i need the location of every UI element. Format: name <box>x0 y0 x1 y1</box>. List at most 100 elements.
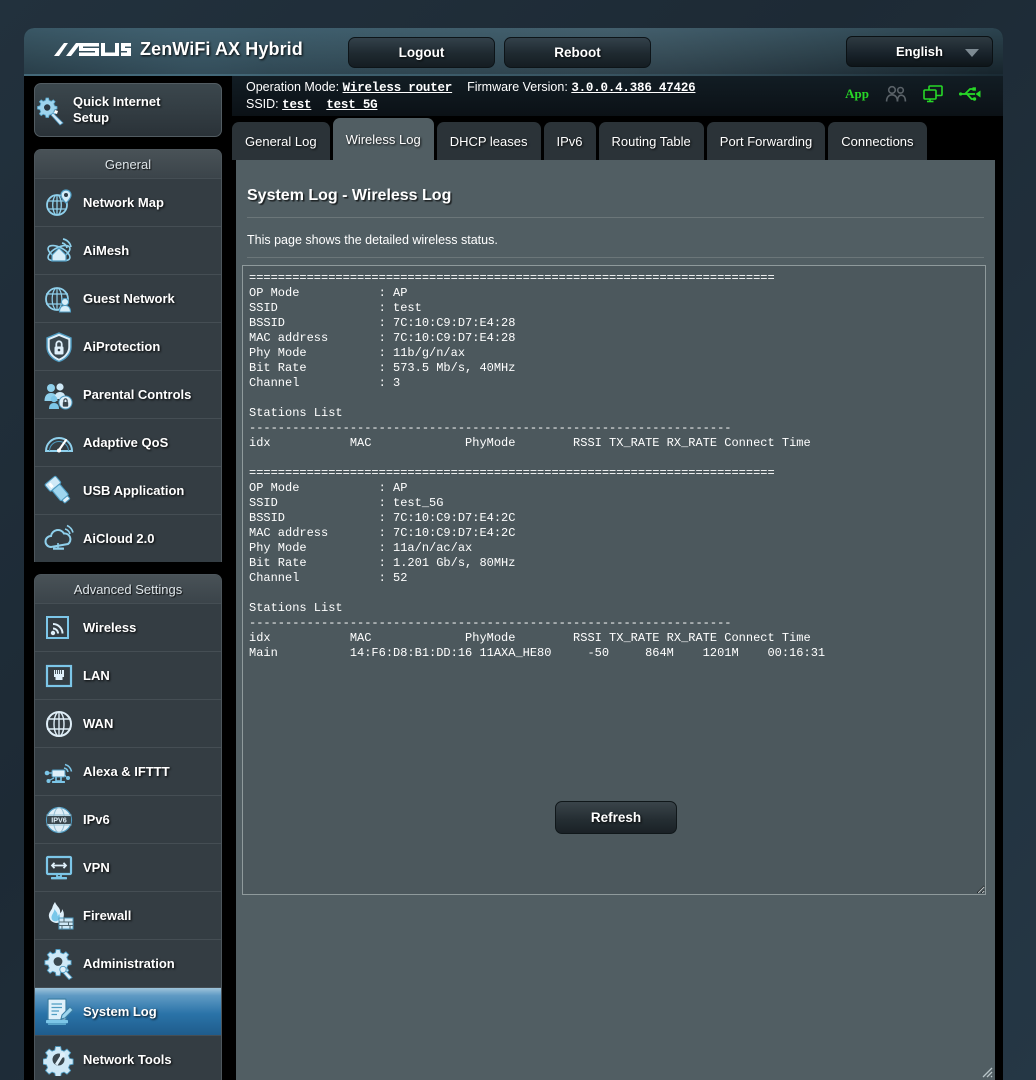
sidebar-item-label: USB Application <box>83 483 184 498</box>
quick-setup-label: Quick Internet Setup <box>73 94 160 126</box>
sidebar-item-label: Parental Controls <box>83 387 191 402</box>
sidebar-item-label: LAN <box>83 668 110 683</box>
operation-mode-line: Operation Mode: Wireless router Firmware… <box>246 80 695 95</box>
gauge-icon <box>43 427 75 459</box>
sidebar-item-firewall[interactable]: Firewall <box>35 891 221 939</box>
sidebar-item-label: AiProtection <box>83 339 160 354</box>
sidebar-item-network-tools[interactable]: Network Tools <box>35 1035 221 1080</box>
usb-drive-icon <box>43 475 75 507</box>
language-selector[interactable]: English <box>846 36 993 67</box>
textarea-resize-handle[interactable] <box>980 1065 993 1078</box>
sidebar-item-ipv6[interactable]: IPV6 IPv6 <box>35 795 221 843</box>
sidebar-item-adaptive-qos[interactable]: Adaptive QoS <box>35 418 221 466</box>
sidebar-item-label: Firewall <box>83 908 131 923</box>
ssid-line: SSID: test test_5G <box>246 97 377 112</box>
tab-routing-table[interactable]: Routing Table <box>599 122 704 160</box>
wireless-icon <box>43 612 75 644</box>
sidebar-item-label: System Log <box>83 1004 157 1019</box>
sidebar-item-label: VPN <box>83 860 110 875</box>
network-map-icon <box>43 187 75 219</box>
operation-mode-label: Operation Mode: <box>246 80 339 94</box>
network-tools-icon <box>43 1044 75 1076</box>
sidebar-item-lan[interactable]: LAN <box>35 651 221 699</box>
ssid-value-5g[interactable]: test_5G <box>326 98 377 112</box>
lan-port-icon <box>43 660 75 692</box>
sidebar-item-guest-network[interactable]: Guest Network <box>35 274 221 322</box>
aimesh-icon <box>43 235 75 267</box>
tab-wireless-log[interactable]: Wireless Log <box>333 118 434 160</box>
tab-connections[interactable]: Connections <box>828 122 926 160</box>
system-log-icon <box>43 996 75 1028</box>
page-title: System Log - Wireless Log <box>247 187 451 205</box>
model-title: ZenWiFi AX Hybrid <box>140 39 303 60</box>
router-admin-page: ZenWiFi AX Hybrid Logout Reboot English … <box>0 0 1036 1080</box>
status-icon-group: App <box>845 85 981 103</box>
sidebar-item-administration[interactable]: Administration <box>35 939 221 987</box>
globe-icon <box>43 708 75 740</box>
sidebar-item-label: Administration <box>83 956 175 971</box>
sidebar-item-wan[interactable]: WAN <box>35 699 221 747</box>
page-description: This page shows the detailed wireless st… <box>247 233 498 247</box>
sidebar-item-label: Adaptive QoS <box>83 435 168 450</box>
sidebar-item-label: AiCloud 2.0 <box>83 531 155 546</box>
sidebar-item-aicloud[interactable]: AiCloud 2.0 <box>35 514 221 562</box>
asus-logo <box>53 40 131 62</box>
parental-controls-icon <box>43 379 75 411</box>
chevron-down-icon <box>965 49 979 57</box>
quick-setup-icon <box>35 94 67 126</box>
shield-lock-icon <box>43 331 75 363</box>
logout-button[interactable]: Logout <box>348 37 495 68</box>
sidebar-group-general: General Network Map <box>34 149 222 562</box>
sidebar-group-title-advanced: Advanced Settings <box>35 575 221 603</box>
tab-ipv6[interactable]: IPv6 <box>544 122 596 160</box>
title-divider <box>247 217 984 218</box>
sidebar-item-label: AiMesh <box>83 243 129 258</box>
sidebar-item-label: Guest Network <box>83 291 175 306</box>
usb-icon[interactable] <box>959 86 981 102</box>
sidebar-item-label: Wireless <box>83 620 136 635</box>
operation-mode-value[interactable]: Wireless router <box>343 81 453 95</box>
sidebar-item-label: Network Tools <box>83 1052 172 1067</box>
firmware-value[interactable]: 3.0.0.4.386_47426 <box>571 81 695 95</box>
sidebar-group-advanced: Advanced Settings Wireless LAN <box>34 574 222 1080</box>
description-divider <box>247 257 984 258</box>
monitor-clients-icon[interactable] <box>923 85 943 103</box>
sidebar-item-usb-application[interactable]: USB Application <box>35 466 221 514</box>
sidebar-item-label: Alexa & IFTTT <box>83 764 170 779</box>
tab-dhcp-leases[interactable]: DHCP leases <box>437 122 541 160</box>
sidebar-item-vpn[interactable]: VPN <box>35 843 221 891</box>
vpn-icon <box>43 852 75 884</box>
sidebar-group-title-general: General <box>35 150 221 178</box>
ssid-value-24g[interactable]: test <box>282 98 311 112</box>
tab-bar: General Log Wireless Log DHCP leases IPv… <box>232 118 930 160</box>
sidebar-item-wireless[interactable]: Wireless <box>35 603 221 651</box>
ssid-label: SSID: <box>246 97 279 111</box>
svg-text:IPV6: IPV6 <box>51 815 67 824</box>
sidebar-item-label: Network Map <box>83 195 164 210</box>
sidebar-item-alexa-ifttt[interactable]: Alexa & IFTTT <box>35 747 221 795</box>
clients-users-icon[interactable] <box>885 85 907 103</box>
wireless-log-panel: System Log - Wireless Log This page show… <box>236 160 995 1080</box>
sidebar-item-label: WAN <box>83 716 113 731</box>
firewall-flame-icon <box>43 900 75 932</box>
app-label[interactable]: App <box>845 86 869 102</box>
sidebar-item-network-map[interactable]: Network Map <box>35 178 221 226</box>
tab-port-forwarding[interactable]: Port Forwarding <box>707 122 825 160</box>
administration-gear-icon <box>43 948 75 980</box>
sidebar-item-system-log[interactable]: System Log <box>35 987 221 1035</box>
sidebar-item-label: IPv6 <box>83 812 110 827</box>
sidebar-item-parental-controls[interactable]: Parental Controls <box>35 370 221 418</box>
guest-network-icon <box>43 283 75 315</box>
firmware-label: Firmware Version: <box>467 80 568 94</box>
refresh-button[interactable]: Refresh <box>555 801 677 834</box>
tab-general-log[interactable]: General Log <box>232 122 330 160</box>
ipv6-icon: IPV6 <box>43 804 75 836</box>
sidebar-item-aimesh[interactable]: AiMesh <box>35 226 221 274</box>
sidebar-item-quick-internet-setup[interactable]: Quick Internet Setup <box>34 83 222 137</box>
reboot-button[interactable]: Reboot <box>504 37 651 68</box>
sidebar: Quick Internet Setup General Network Map <box>24 76 232 1080</box>
language-label: English <box>896 44 943 59</box>
cloud-icon <box>43 523 75 555</box>
sidebar-item-aiprotection[interactable]: AiProtection <box>35 322 221 370</box>
alexa-ifttt-icon <box>43 756 75 788</box>
